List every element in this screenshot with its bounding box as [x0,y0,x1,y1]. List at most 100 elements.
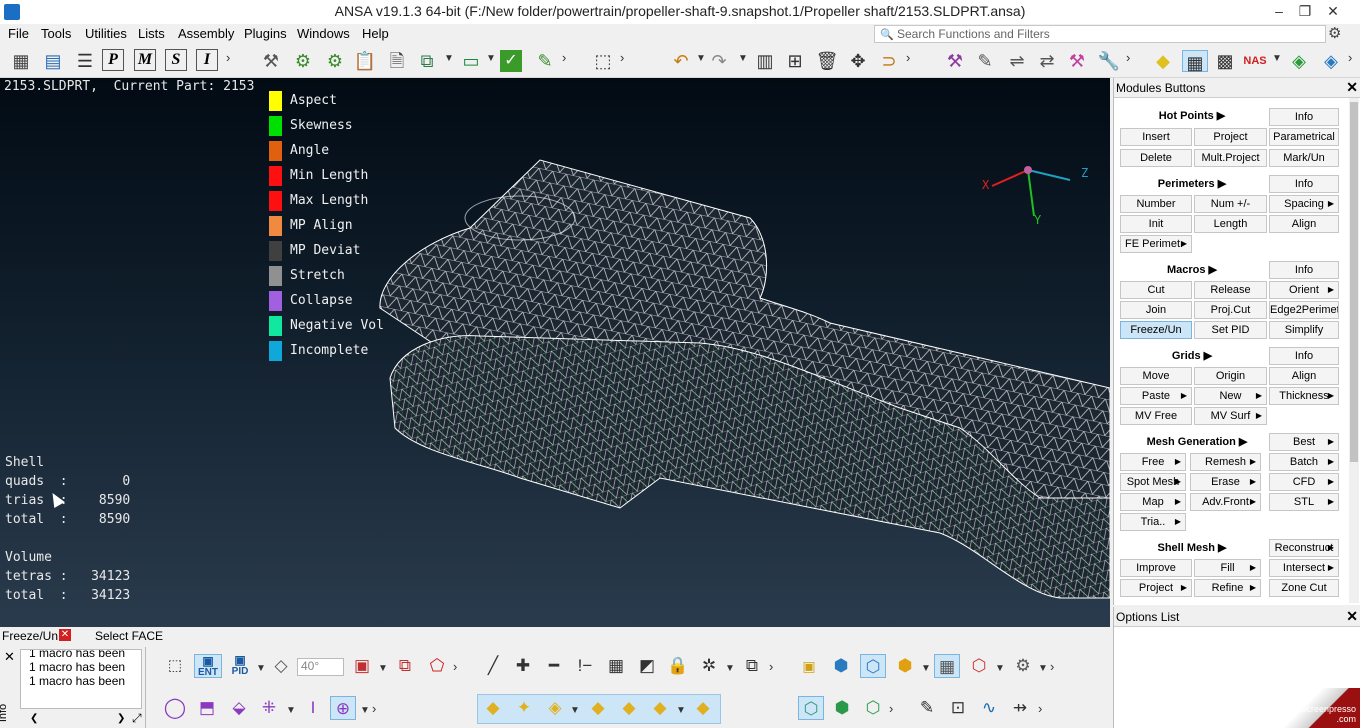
batch-button[interactable]: Batch ▶ [1269,453,1339,471]
spline-tool-icon[interactable]: ∿ [976,696,1002,720]
chevron-right-icon[interactable]: › [372,701,376,716]
mesh-cube-icon[interactable]: ▦ [934,654,960,678]
cube-icon[interactable]: ◈ [1318,49,1344,73]
info-log[interactable]: 1 macro has been 1 macro has been 1 macr… [20,649,142,709]
tag-icon[interactable]: ◆ [1150,49,1176,73]
grid-select-icon[interactable]: ▦ [8,49,34,73]
check-icon[interactable]: ✓ [500,50,522,72]
fe-perimet-button[interactable]: FE Perimet. ▶ [1120,235,1192,253]
chevron-right-icon[interactable]: › [1050,659,1054,674]
parametrical-button[interactable]: Parametrical [1269,128,1339,146]
delete-icon[interactable]: 🗑 [814,49,840,73]
adv-front-button[interactable]: Adv.Front ▶ [1190,493,1261,511]
cut-button[interactable]: Cut [1120,281,1192,299]
number-button[interactable]: Number [1120,195,1192,213]
mark-un-button[interactable]: Mark/Un [1269,149,1339,167]
dropdown-arrow-icon[interactable]: ▼ [921,663,931,674]
chevron-right-icon[interactable]: › [889,701,893,716]
face-tool-icon[interactable]: ◆ [647,696,673,720]
spot-mesh-button[interactable]: Spot Mesh ▶ [1120,473,1186,491]
grids-info-button[interactable]: Info [1269,347,1339,365]
scroll-left-icon[interactable]: ❮ [30,713,38,724]
redo-icon[interactable]: ↷ [706,49,732,73]
face-tool-icon[interactable]: ◆ [585,696,611,720]
document-icon[interactable]: 🗎 [384,49,410,73]
move-icon[interactable]: ✥ [845,49,871,73]
new-button[interactable]: New ▶ [1194,387,1267,405]
section-mesh-generation[interactable]: Mesh Generation ▶ [1142,435,1252,448]
open-file-icon[interactable]: ▤ [40,49,66,73]
plus-icon[interactable]: ✚ [510,654,536,678]
origin-button[interactable]: Origin [1194,367,1267,385]
best-button[interactable]: Best ▶ [1269,433,1339,451]
undo-icon[interactable]: ↶ [668,49,694,73]
arrows-icon[interactable]: ⇄ [1034,49,1060,73]
scroll-right-icon[interactable]: ❯ [117,713,125,724]
layers-black-icon[interactable]: ◩ [634,654,660,678]
edit-icon[interactable]: ✎ [972,49,998,73]
align-button[interactable]: Align [1269,215,1339,233]
dropdown-arrow-icon[interactable]: ▼ [1272,53,1282,64]
volume-tool-icon[interactable]: ⬡ [798,696,824,720]
magnet-icon[interactable]: ⊃ [876,49,902,73]
dropdown-arrow-icon[interactable]: ▼ [738,53,748,64]
chevron-right-icon[interactable]: › [1038,701,1042,716]
clipboard-icon[interactable]: 📋 [352,49,378,73]
dropdown-arrow-icon[interactable]: ▼ [995,663,1005,674]
face-tool-icon[interactable]: ✦ [511,696,537,720]
frame-icon[interactable]: ▣ [349,654,375,678]
join-button[interactable]: Join [1120,301,1192,319]
section-hot-points[interactable]: Hot Points ▶ [1142,109,1242,122]
settings-gear-icon[interactable]: ⚙ [1328,24,1341,42]
menu-lists[interactable]: Lists [138,26,165,41]
settings-icon[interactable]: ⚙ [322,49,348,73]
maximize-button[interactable]: ❐ [1290,0,1320,24]
init-button[interactable]: Init [1120,215,1192,233]
close-info-icon[interactable]: ✕ [4,649,15,665]
pen-icon[interactable]: ✎ [532,49,558,73]
copy-red-icon[interactable]: ⧉ [392,654,418,678]
dropdown-arrow-icon[interactable]: ▼ [378,663,388,674]
close-tab-icon[interactable]: ✕ [59,629,71,641]
mv-free-button[interactable]: MV Free [1120,407,1192,425]
not-icon[interactable]: !− [572,654,598,678]
feature-angle-icon[interactable]: ◇ [268,654,294,678]
release-button[interactable]: Release [1194,281,1267,299]
mult-project-button[interactable]: Mult.Project [1194,149,1267,167]
spacing-button[interactable]: Spacing ▶ [1269,195,1339,213]
copy-icon[interactable]: ⧉ [414,49,440,73]
reconstruct-button[interactable]: Reconstruct ▶ [1269,539,1339,557]
curve-project-icon[interactable]: ⇸ [1007,696,1033,720]
chevron-right-icon[interactable]: › [562,50,566,65]
freeze-un-tab[interactable]: Freeze/Un [2,629,58,643]
delete-button[interactable]: Delete [1120,149,1192,167]
volume-tool-icon[interactable]: ⬢ [829,696,855,720]
sweep-icon[interactable]: ⬙ [226,696,252,720]
p-icon[interactable]: P [102,49,124,71]
menu-tools[interactable]: Tools [41,26,71,41]
table-icon[interactable]: ▥ [752,49,778,73]
chevron-right-icon[interactable]: › [453,659,457,674]
menu-windows[interactable]: Windows [297,26,350,41]
move-button[interactable]: Move [1120,367,1192,385]
graphics-viewport[interactable]: 2153.SLDPRT, Current Part: 2153 Aspect S… [0,78,1110,627]
i-beam-icon[interactable]: I [300,696,326,720]
set-pid-button[interactable]: Set PID [1194,321,1267,339]
volume-tool-icon[interactable]: ⬡ [860,696,886,720]
dropdown-arrow-icon[interactable]: ▼ [570,705,580,716]
improve-button[interactable]: Improve [1120,559,1192,577]
i-icon[interactable]: I [196,49,218,71]
length-button[interactable]: Length [1194,215,1267,233]
macros-info-button[interactable]: Info [1269,261,1339,279]
free-button[interactable]: Free ▶ [1120,453,1186,471]
minus-icon[interactable]: ━ [541,654,567,678]
build-icon[interactable]: ⚒ [258,49,284,73]
stl-button[interactable]: STL ▶ [1269,493,1339,511]
section-shell-mesh[interactable]: Shell Mesh ▶ [1142,541,1242,554]
orient-button[interactable]: Orient ▶ [1269,281,1339,299]
wire-cube-icon[interactable]: ⬡ [860,654,886,678]
dropdown-arrow-icon[interactable]: ▼ [676,705,686,716]
circle-icon[interactable]: ◯ [162,696,188,720]
section-macros[interactable]: Macros ▶ [1142,263,1242,276]
close-window-button[interactable]: ✕ [1318,0,1348,24]
